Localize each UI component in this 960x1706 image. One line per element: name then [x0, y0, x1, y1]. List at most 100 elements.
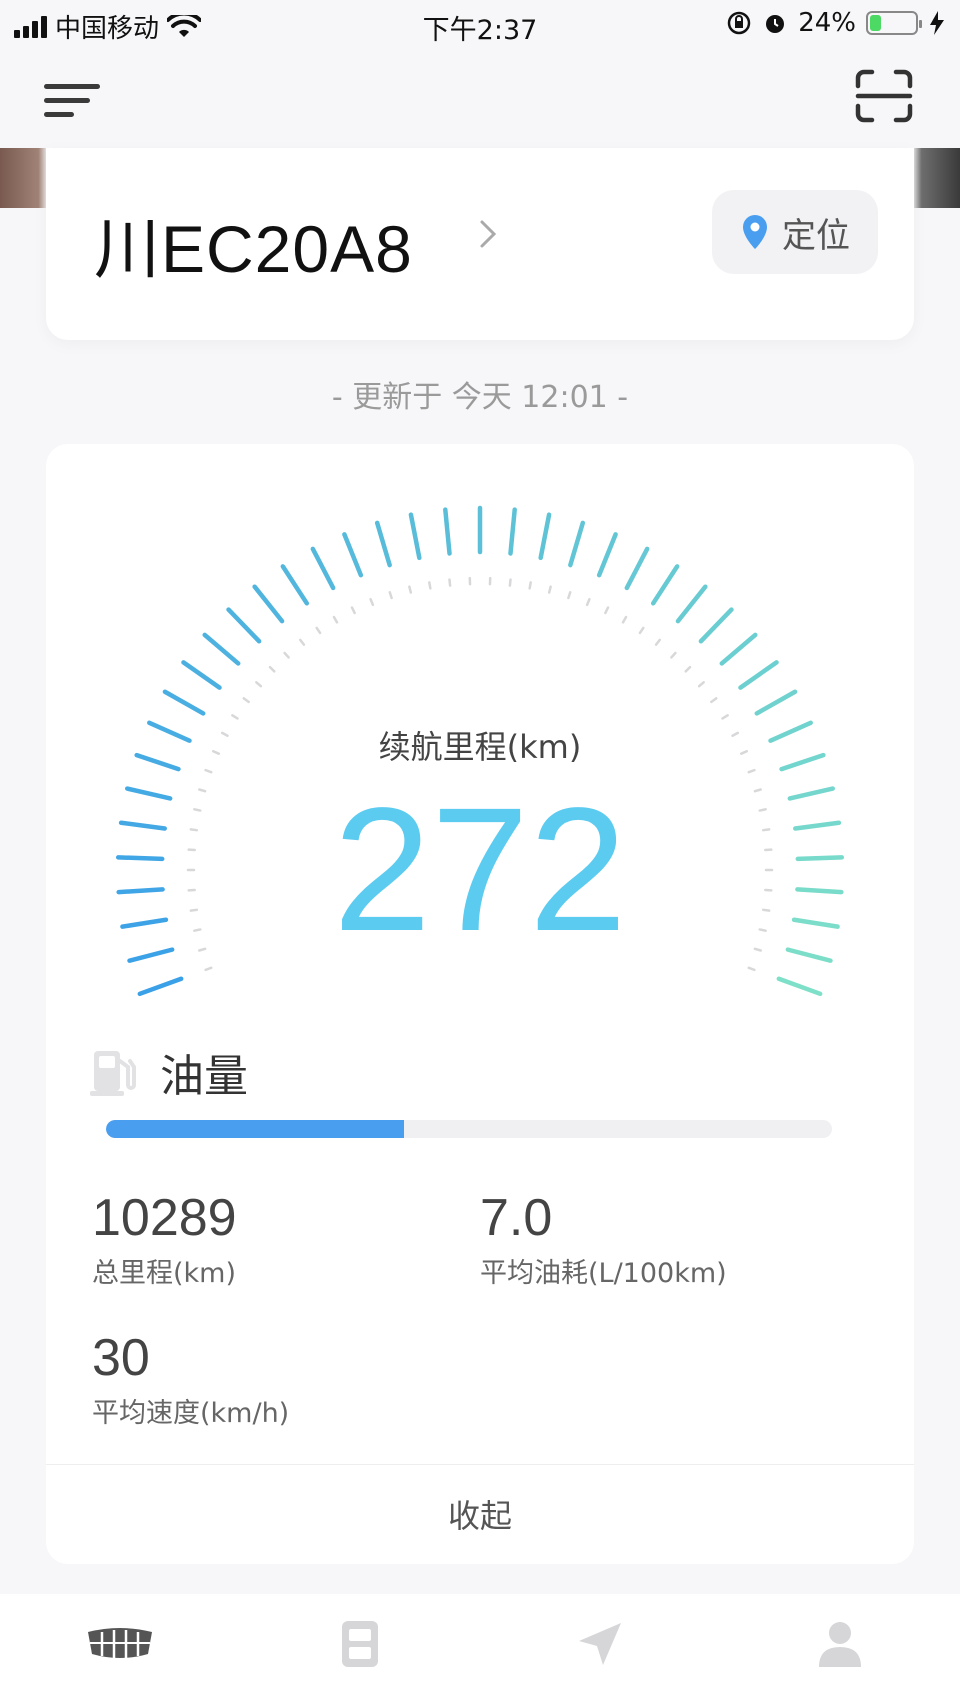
gauge-tick: [596, 532, 618, 578]
gauge-minor-tick: [350, 606, 356, 615]
gauge-minor-tick: [268, 665, 276, 673]
fuel-level-bar: [106, 1120, 832, 1138]
gauge-tick: [719, 632, 758, 666]
gauge-tick: [538, 512, 552, 561]
update-time: - 更新于 今天 12:01 -: [331, 380, 629, 415]
gauge-tick: [280, 564, 310, 606]
remote-key-icon: [342, 1621, 378, 1667]
scan-icon[interactable]: [854, 68, 914, 124]
gauge-tick: [137, 976, 184, 997]
gauge-minor-tick: [747, 966, 756, 972]
fuel-title: 油量: [160, 1051, 248, 1102]
gauge-minor-tick: [721, 714, 729, 720]
gauge-minor-tick: [369, 598, 375, 607]
gauge-minor-tick: [242, 697, 250, 704]
nav-bar: [0, 48, 960, 148]
stat-value: 7.0: [480, 1189, 553, 1247]
stat-value: 30: [92, 1329, 150, 1387]
gauge-tick: [202, 632, 241, 666]
gauge-tick: [624, 546, 650, 591]
gauge-minor-tick: [204, 966, 213, 972]
gauge-tick: [408, 512, 422, 561]
charging-bolt-icon: [930, 11, 944, 35]
gauge-minor-tick: [528, 581, 532, 590]
gauge-minor-tick: [621, 615, 628, 624]
fuel-pump-icon: [90, 1051, 136, 1096]
gauge-minor-tick: [388, 591, 393, 600]
location-pin-icon: [743, 215, 767, 249]
gauge-tick: [226, 607, 262, 644]
stat-avg-speed: 30 平均速度(km/h): [92, 1329, 290, 1430]
status-bar: 中国移动 下午2:37 24%: [0, 0, 960, 48]
gauge-tick: [754, 689, 798, 716]
stat-value: 10289: [92, 1189, 237, 1247]
vehicle-card[interactable]: 川EC20A8 定位: [46, 148, 914, 340]
car-grille-icon: [88, 1628, 152, 1658]
gauge-minor-tick: [315, 626, 322, 635]
gauge-tick: [698, 607, 734, 644]
locate-button[interactable]: 定位: [712, 190, 878, 274]
gauge-tick: [650, 564, 680, 606]
menu-icon[interactable]: [44, 74, 106, 122]
gauge-tick: [374, 520, 392, 568]
gauge-minor-tick: [298, 638, 306, 646]
gauge-minor-tick: [654, 638, 662, 646]
gauge-minor-tick: [710, 697, 718, 704]
alarm-icon: [766, 15, 785, 33]
fuel-level-fill: [106, 1120, 404, 1138]
gauge-minor-tick: [684, 665, 692, 673]
gauge-minor-tick: [604, 606, 610, 615]
gauge-minor-tick: [638, 626, 645, 635]
gauge-tick: [508, 507, 517, 556]
stat-label: 平均速度(km/h): [92, 1398, 290, 1430]
gauge-tick: [342, 532, 364, 578]
fuel-header: 油量: [90, 1040, 248, 1104]
gauge-minor-tick: [567, 591, 572, 600]
tab-device[interactable]: [310, 1614, 410, 1674]
gauge-minor-tick: [508, 578, 512, 587]
gauge-minor-tick: [747, 768, 756, 774]
gauge-tick: [162, 689, 206, 716]
person-icon: [819, 1622, 861, 1667]
navigation-arrow-icon: [579, 1623, 621, 1665]
gauge-minor-tick: [283, 651, 290, 659]
battery-icon: [866, 11, 922, 35]
gauge-minor-tick: [231, 714, 239, 720]
stat-label: 总里程(km): [92, 1258, 237, 1290]
gauge-tick: [181, 660, 222, 690]
chevron-right-icon[interactable]: [476, 214, 500, 254]
gauge-minor-tick: [670, 651, 677, 659]
tab-home[interactable]: [70, 1614, 170, 1674]
battery-percent: 24%: [798, 8, 856, 38]
rotation-lock-icon: [727, 11, 751, 35]
status-right: 24%: [726, 8, 946, 38]
gauge-minor-tick: [408, 585, 413, 594]
vehicle-status-card: 续航里程(km) 272 油量 10289 总里程(km) 7.0 平均油耗(L…: [46, 444, 914, 1564]
gauge-tick: [443, 507, 452, 556]
stat-total-mileage: 10289 总里程(km): [92, 1189, 237, 1290]
battery-fill: [870, 15, 881, 31]
gauge-tick: [568, 520, 586, 568]
gauge-tick: [738, 660, 779, 690]
gauge-minor-tick: [255, 681, 263, 688]
license-plate[interactable]: 川EC20A8: [94, 196, 413, 292]
range-value: 272: [333, 772, 627, 968]
gauge-minor-tick: [332, 615, 339, 624]
gauge-minor-tick: [428, 581, 432, 590]
gauge-tick: [776, 976, 823, 997]
gauge-tick: [675, 584, 708, 624]
locate-label: 定位: [782, 215, 850, 256]
stat-label: 平均油耗(L/100km): [480, 1258, 727, 1290]
gauge-minor-tick: [697, 681, 705, 688]
range-label: 续航里程(km): [378, 728, 582, 766]
gauge-minor-tick: [204, 768, 213, 774]
gauge-minor-tick: [585, 598, 591, 607]
stat-avg-fuel-consumption: 7.0 平均油耗(L/100km): [480, 1189, 727, 1290]
bottom-tab-bar: [0, 1594, 960, 1706]
tab-navigate[interactable]: [550, 1614, 650, 1674]
gauge-tick: [252, 584, 285, 624]
gauge-tick: [310, 546, 336, 591]
collapse-button[interactable]: 收起: [46, 1464, 914, 1564]
tab-profile[interactable]: [790, 1614, 890, 1674]
gauge-minor-tick: [448, 578, 452, 587]
